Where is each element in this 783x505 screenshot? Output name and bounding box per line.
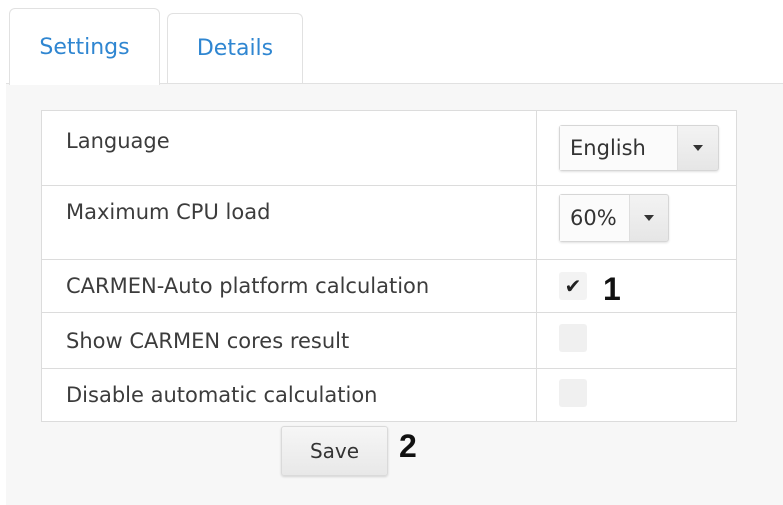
tab-details[interactable]: Details <box>167 13 303 83</box>
callout-marker-2: 2 <box>399 428 417 464</box>
auto-platform-checkbox[interactable]: ✔ <box>559 272 588 300</box>
tab-settings[interactable]: Settings <box>9 8 160 85</box>
settings-row-disable-auto: Disable automatic calculation <box>40 368 737 422</box>
auto-platform-label: CARMEN-Auto platform calculation <box>40 259 538 313</box>
settings-page: Settings Details Language English Maximu… <box>0 0 783 505</box>
save-button[interactable]: Save <box>281 426 388 476</box>
chevron-down-icon <box>678 126 718 170</box>
cpu-load-select-value: 60% <box>560 195 630 241</box>
disable-auto-checkbox[interactable] <box>559 378 588 407</box>
settings-row-show-cores: Show CARMEN cores result <box>40 312 737 369</box>
language-select-value: English <box>560 126 679 170</box>
settings-row-cpu-load: Maximum CPU load 60% <box>40 185 737 260</box>
settings-row-language: Language English <box>40 110 737 186</box>
tab-details-label: Details <box>196 36 274 61</box>
settings-table: Language English Maximum CPU load 60% CA… <box>40 110 737 422</box>
cpu-load-label: Maximum CPU load <box>40 185 538 260</box>
language-label: Language <box>40 110 538 186</box>
tab-settings-label: Settings <box>39 34 130 60</box>
settings-row-auto-platform: CARMEN-Auto platform calculation ✔ <box>40 259 737 313</box>
chevron-down-icon <box>630 195 668 241</box>
disable-auto-label: Disable automatic calculation <box>40 368 538 422</box>
show-cores-label: Show CARMEN cores result <box>40 312 538 369</box>
cpu-load-select[interactable]: 60% <box>559 194 670 242</box>
show-cores-checkbox[interactable] <box>559 324 588 352</box>
language-select[interactable]: English <box>559 125 720 171</box>
checkmark-icon: ✔ <box>564 274 582 298</box>
callout-marker-1: 1 <box>603 271 621 307</box>
